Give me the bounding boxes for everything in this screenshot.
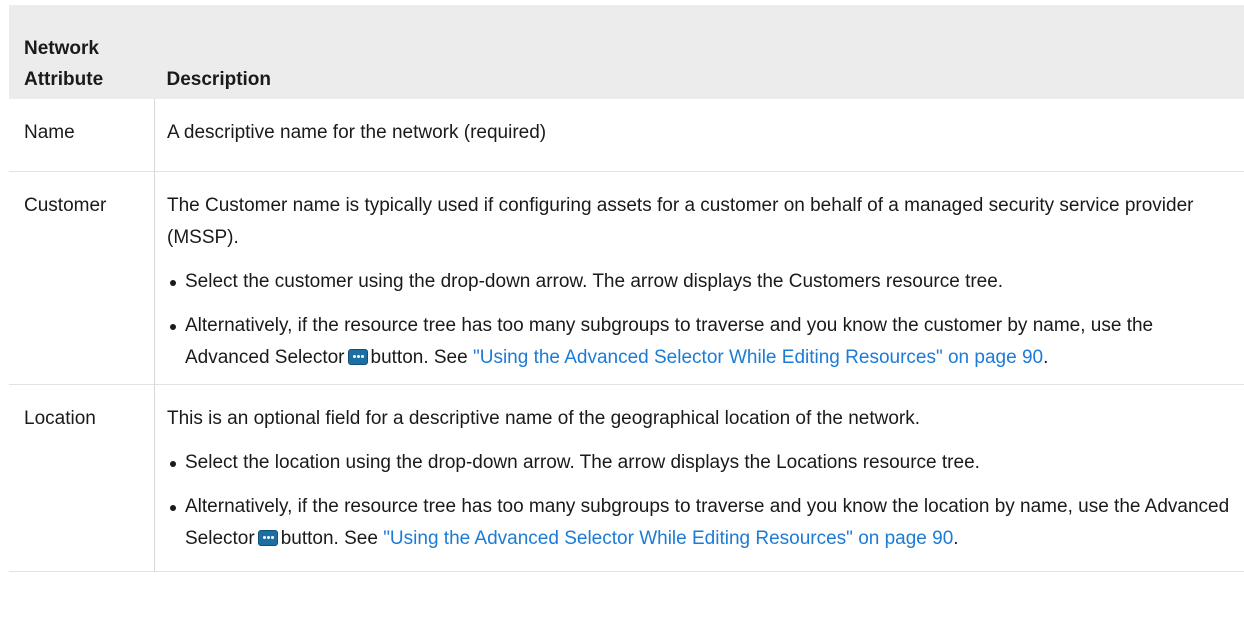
bullet-text-after-icon: button. See — [370, 347, 468, 368]
header-attribute-line1: Network — [24, 38, 99, 59]
table-header-row: Network Attribute Description — [9, 5, 1244, 99]
header-network-attribute: Network Attribute — [9, 5, 155, 99]
list-item: Alternatively, if the resource tree has … — [167, 491, 1236, 555]
table-row: Customer The Customer name is typically … — [9, 171, 1244, 385]
bullet-list: Select the location using the drop-down … — [167, 447, 1236, 555]
advanced-selector-icon — [257, 530, 278, 546]
bullet-icon — [170, 505, 176, 511]
list-item: Alternatively, if the resource tree has … — [167, 310, 1236, 374]
bullet-icon — [170, 280, 176, 286]
bullet-icon — [170, 461, 176, 467]
bullet-list: Select the customer using the drop-down … — [167, 266, 1236, 374]
attribute-cell: Name — [9, 99, 155, 172]
header-description: Description — [166, 69, 272, 90]
network-attributes-table: Network Attribute Description Name A desc… — [9, 5, 1244, 572]
description-cell: This is an optional field for a descript… — [155, 385, 1244, 572]
description-text: A descriptive name for the network (requ… — [167, 122, 547, 143]
list-item: Select the location using the drop-down … — [167, 447, 1236, 479]
bullet-icon — [170, 324, 176, 330]
using-advanced-selector-link[interactable]: "Using the Advanced Selector While Editi… — [383, 528, 953, 549]
header-attribute-line2: Attribute — [24, 69, 104, 90]
attribute-cell: Customer — [9, 171, 155, 385]
description-cell: The Customer name is typically used if c… — [155, 172, 1244, 385]
description-text: The Customer name is typically used if c… — [167, 195, 1194, 248]
list-item: Select the customer using the drop-down … — [167, 266, 1236, 298]
bullet-text: Select the location using the drop-down … — [185, 452, 980, 473]
description-text: This is an optional field for a descript… — [167, 408, 921, 429]
bullet-end: . — [1043, 347, 1049, 368]
table-row: Location This is an optional field for a… — [9, 384, 1244, 572]
using-advanced-selector-link[interactable]: "Using the Advanced Selector While Editi… — [473, 347, 1043, 368]
attribute-cell: Location — [9, 384, 155, 572]
advanced-selector-icon — [347, 349, 368, 365]
bullet-text: Select the customer using the drop-down … — [185, 271, 1004, 292]
bullet-end: . — [953, 528, 959, 549]
bullet-text-after-icon: button. See — [280, 528, 378, 549]
description-cell: A descriptive name for the network (requ… — [155, 99, 1244, 172]
table-row: Name A descriptive name for the network … — [9, 99, 1244, 172]
